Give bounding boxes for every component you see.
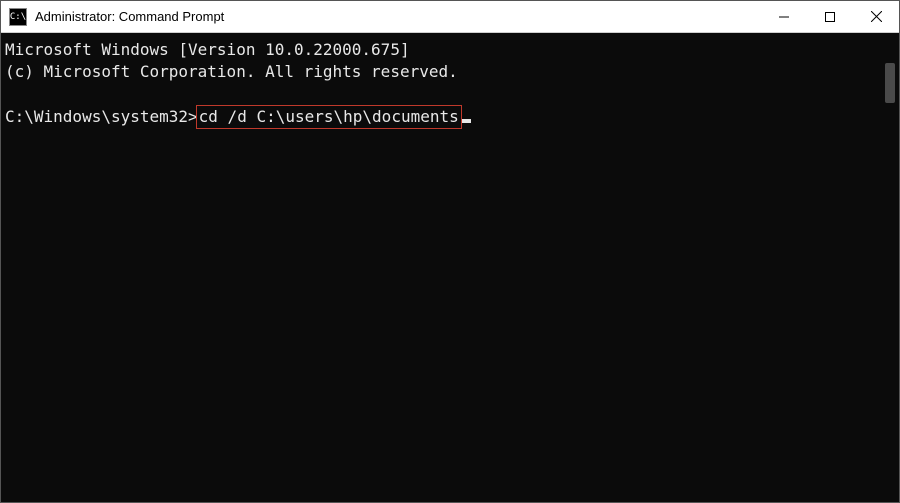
maximize-icon [825, 12, 835, 22]
terminal-area: Microsoft Windows [Version 10.0.22000.67… [1, 33, 899, 502]
typed-command: cd /d C:\users\hp\documents [199, 107, 459, 126]
maximize-button[interactable] [807, 1, 853, 32]
close-icon [871, 11, 882, 22]
vertical-scrollbar[interactable] [881, 33, 899, 502]
version-line: Microsoft Windows [Version 10.0.22000.67… [5, 40, 410, 59]
prompt-text: C:\Windows\system32> [5, 107, 198, 126]
minimize-button[interactable] [761, 1, 807, 32]
command-highlight: cd /d C:\users\hp\documents [196, 105, 462, 129]
text-cursor [462, 119, 471, 123]
scrollbar-thumb[interactable] [885, 63, 895, 103]
minimize-icon [779, 12, 789, 22]
window-controls [761, 1, 899, 32]
close-button[interactable] [853, 1, 899, 32]
cmd-app-icon: C:\ [9, 8, 27, 26]
copyright-line: (c) Microsoft Corporation. All rights re… [5, 62, 458, 81]
window-title: Administrator: Command Prompt [35, 9, 224, 24]
terminal-output[interactable]: Microsoft Windows [Version 10.0.22000.67… [1, 33, 881, 502]
titlebar[interactable]: C:\ Administrator: Command Prompt [1, 1, 899, 33]
command-prompt-window: C:\ Administrator: Command Prompt Micros… [0, 0, 900, 503]
